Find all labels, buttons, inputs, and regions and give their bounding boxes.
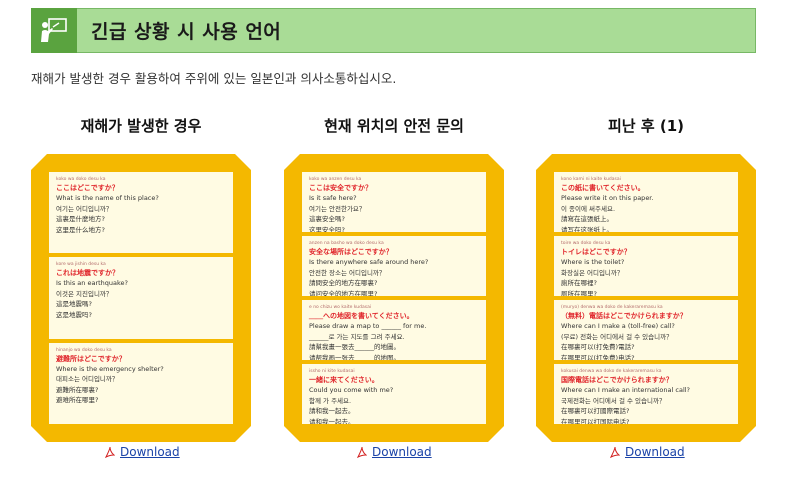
phrase-translation: 請問安全的地方在哪裏? bbox=[309, 279, 378, 287]
phrase-translation: Is there anywhere safe around here? bbox=[309, 258, 429, 266]
column-title: 재해가 발생한 경우 bbox=[80, 117, 202, 135]
phrase-translation: ______로 가는 지도를 그려 주세요. bbox=[309, 332, 405, 341]
phrase-block: hinanjo wa doko desu ka 避難所はどこですか？ Where i… bbox=[49, 342, 233, 424]
phrase-japanese: 一緒に来てください。 bbox=[309, 376, 379, 384]
phrase-translation: Is this an earthquake? bbox=[56, 279, 128, 288]
phrase-translation: 대피소는 어디입니까？ bbox=[56, 375, 119, 384]
phrase-translation: Is it safe here? bbox=[309, 194, 357, 202]
phrase-translation: 이것은 지진입니까？ bbox=[56, 289, 113, 298]
phrase-translation: 在哪里可以(打免费)电话? bbox=[561, 353, 635, 361]
phrase-block: toire wa doko desu ka トイレはどこですか？ Where is … bbox=[554, 236, 738, 296]
phrase-translation: 這裏安全嗎? bbox=[309, 215, 345, 223]
phrase-translation: 厕所在哪里? bbox=[561, 289, 597, 297]
phrase-japanese: トイレはどこですか？ bbox=[561, 248, 631, 256]
download-link[interactable]: Download bbox=[105, 445, 180, 459]
pdf-icon bbox=[357, 446, 367, 458]
phrase-translation: 함께 가 주세요. bbox=[309, 396, 352, 405]
phrase-translation: 廁所在哪裡? bbox=[561, 279, 597, 287]
phrase-japanese: この紙に書いてください。 bbox=[561, 184, 645, 192]
phrase-card-column: 피난 후 (1) kono kami ni kaite kudasai この紙に書い… bbox=[536, 115, 756, 442]
phrase-translation: Please draw a map to ______ for me. bbox=[309, 322, 427, 330]
phrase-translation: Where can I make an international call? bbox=[561, 386, 691, 394]
phrase-block: kono kami ni kaite kudasai この紙に書いてください。 Pl… bbox=[554, 172, 738, 232]
phrase-translation: Where is the emergency shelter? bbox=[56, 364, 164, 373]
column-title: 피난 후 (1) bbox=[608, 117, 684, 135]
download-label: Download bbox=[372, 445, 432, 459]
phrase-card-column: 현재 위치의 안전 문의 koko wa anzen desu ka ここは安全です… bbox=[284, 115, 504, 442]
phrase-translation: 在哪裏可以打國際電話? bbox=[561, 407, 630, 415]
phrase-card-column: 재해가 발생한 경우 koko wa doko desu ka ここはどこですか？ W… bbox=[31, 115, 251, 442]
download-link[interactable]: Download bbox=[357, 445, 432, 459]
intro-text: 재해가 발생한 경우 활용하여 주위에 있는 일본인과 의사소통하십시오. bbox=[31, 71, 397, 86]
phrase-translation: 请和我一起去。 bbox=[309, 417, 355, 425]
phrase-block: anzen na basho wa doko desu ka 安全な場所はどこです… bbox=[302, 236, 486, 296]
presenter-icon bbox=[31, 7, 77, 53]
phrase-block: kore wa jishin desu ka これは地震ですか？ Is this a… bbox=[49, 257, 233, 339]
phrase-japanese: 国際電話はどこでかけられますか？ bbox=[561, 376, 673, 384]
phrase-translation: 这是地震吗? bbox=[56, 310, 92, 319]
download-label: Download bbox=[625, 445, 685, 459]
phrase-japanese: 安全な場所はどこですか？ bbox=[309, 248, 393, 256]
download-link[interactable]: Download bbox=[610, 445, 685, 459]
phrase-translation: 請和我一起去。 bbox=[309, 407, 355, 415]
phrase-translation: 여기는 안전한가요？ bbox=[309, 204, 366, 213]
download-label: Download bbox=[120, 445, 180, 459]
phrase-block: koko wa doko desu ka ここはどこですか？ What is the… bbox=[49, 172, 233, 254]
phrase-translation: 避难所在哪里? bbox=[56, 396, 99, 405]
phrase-translation: 여기는 어디입니까？ bbox=[56, 204, 113, 213]
phrase-translation: 请写在这张纸上。 bbox=[561, 225, 613, 233]
phrase-translation: 请帮我画一张去______的地图。 bbox=[309, 353, 400, 361]
phrase-translation: 국제전화는 어디에서 걸 수 있습니까？ bbox=[561, 396, 666, 405]
phrase-translation: (무료) 전화는 어디에서 걸 수 있습니까？ bbox=[561, 332, 673, 341]
phrase-block: e no chizu wo kaite kudasai ＿＿への地図を書いてくださ… bbox=[302, 300, 486, 360]
phrase-translation: Where is the toilet? bbox=[561, 258, 625, 266]
phrase-translation: 这里安全吗? bbox=[309, 225, 345, 233]
phrase-japanese: ＿＿への地図を書いてください。 bbox=[309, 312, 414, 320]
phrase-block: koko wa anzen desu ka ここは安全ですか？ Is it safe… bbox=[302, 172, 486, 232]
phrase-card-image: kono kami ni kaite kudasai この紙に書いてください。 Pl… bbox=[536, 154, 756, 442]
phrase-translation: 안전한 장소는 어디입니까？ bbox=[309, 268, 386, 277]
phrase-translation: 이 종이에 써주세요. bbox=[561, 204, 616, 213]
phrase-translation: Where can I make a (toll-free) call? bbox=[561, 322, 675, 330]
phrase-japanese: これは地震ですか？ bbox=[56, 269, 119, 278]
phrase-translation: 在哪里可以打国际电话? bbox=[561, 417, 630, 425]
phrase-block: kokusai denwa wa doko de kakeraremasu ka… bbox=[554, 364, 738, 424]
phrase-card-image: koko wa doko desu ka ここはどこですか？ What is the… bbox=[31, 154, 251, 442]
phrase-japanese: 避難所はどこですか？ bbox=[56, 354, 126, 363]
phrase-translation: What is the name of this place? bbox=[56, 194, 159, 202]
phrase-card-image: koko wa anzen desu ka ここは安全ですか？ Is it safe… bbox=[284, 154, 504, 442]
phrase-translation: Please write it on this paper. bbox=[561, 194, 654, 202]
pdf-icon bbox=[610, 446, 620, 458]
phrase-japanese: ここはどこですか？ bbox=[56, 184, 119, 192]
phrase-translation: Could you come with me? bbox=[309, 386, 394, 394]
pdf-icon bbox=[105, 446, 115, 458]
phrase-translation: 請寫在這張紙上。 bbox=[561, 215, 613, 223]
phrase-translation: 避難所在哪裏? bbox=[56, 385, 99, 394]
page-title: 긴급 상황 시 사용 언어 bbox=[91, 21, 282, 43]
page-header: 긴급 상황 시 사용 언어 bbox=[31, 7, 756, 53]
phrase-translation: 화장실은 어디입니까？ bbox=[561, 268, 624, 277]
phrase-translation: 這是地震嗎? bbox=[56, 300, 92, 309]
phrase-japanese: ここは安全ですか？ bbox=[309, 184, 372, 192]
phrase-translation: 这里是什么地方? bbox=[56, 225, 105, 234]
phrase-block: (muryo) denwa wa doko de kakeraremasu ka… bbox=[554, 300, 738, 360]
phrase-block: issho ni kite kudasai 一緒に来てください。 Could you… bbox=[302, 364, 486, 424]
column-title: 현재 위치의 안전 문의 bbox=[324, 117, 464, 135]
phrase-translation: 请问安全的地方在哪里? bbox=[309, 289, 378, 297]
phrase-translation: 請幫我畫一張去______的地圖。 bbox=[309, 343, 400, 351]
phrase-japanese: （無料）電話はどこでかけられますか？ bbox=[561, 312, 687, 320]
phrase-translation: 在哪裏可以(打免費)電話? bbox=[561, 343, 635, 351]
phrase-translation: 這裏是什麼地方? bbox=[56, 215, 105, 223]
